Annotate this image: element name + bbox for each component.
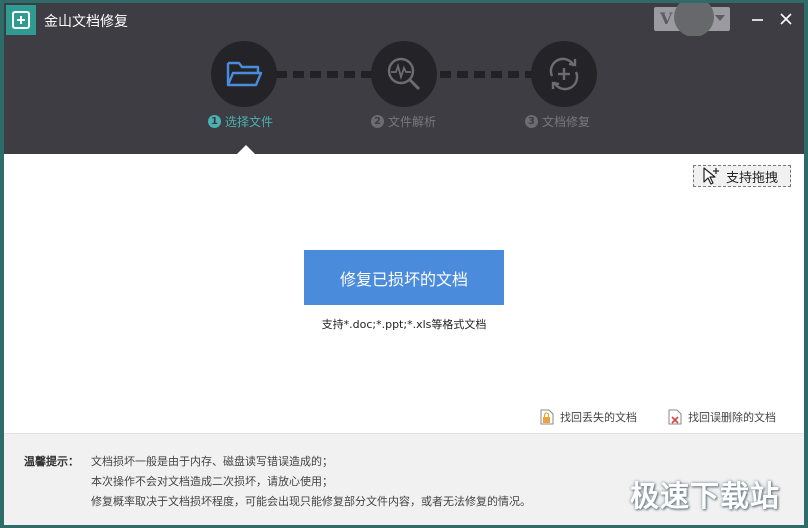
recover-lost-label: 找回丢失的文档: [560, 411, 637, 424]
step-number: 3: [525, 115, 538, 128]
supported-formats: 支持*.doc;*.ppt;*.xls等格式文档: [321, 318, 487, 331]
step-text: 文档修复: [542, 115, 591, 129]
tip-line: 本次操作不会对文档造成二次损坏，请放心使用；: [91, 475, 333, 488]
step-connector: [276, 71, 372, 78]
title-bar: 金山文档修复 V: [4, 3, 804, 37]
step-1-circle: [211, 41, 277, 107]
app-title: 金山文档修复: [44, 14, 128, 30]
avatar: [674, 3, 714, 37]
step-3-circle: [531, 41, 597, 107]
step-number: 1: [208, 115, 221, 128]
minimize-button[interactable]: [748, 9, 768, 29]
account-button[interactable]: V: [654, 3, 730, 37]
vip-badge: V: [660, 9, 673, 28]
analyze-icon: [387, 57, 421, 91]
recover-deleted-link[interactable]: 找回误删除的文档: [668, 409, 776, 425]
cursor-plus-icon: [703, 167, 719, 185]
lost-file-icon: [540, 409, 554, 425]
close-icon: [780, 13, 792, 25]
step-1-label: 1 选择文件: [208, 113, 273, 130]
active-step-pointer: [236, 145, 256, 155]
folder-icon: [226, 61, 263, 87]
step-number: 2: [371, 115, 384, 128]
app-logo-icon: [6, 5, 36, 35]
deleted-file-icon: [668, 409, 682, 425]
minimize-icon: [752, 19, 763, 21]
drag-hint-label: 支持拖拽: [726, 170, 779, 186]
step-3-label: 3 文档修复: [525, 113, 590, 130]
close-button[interactable]: [776, 9, 796, 29]
recover-deleted-label: 找回误删除的文档: [688, 411, 776, 424]
step-text: 选择文件: [225, 115, 274, 129]
tips-label: 温馨提示：: [24, 455, 79, 468]
step-2-label: 2 文件解析: [371, 113, 436, 130]
step-text: 文件解析: [388, 115, 437, 129]
progress-steps: 1 选择文件 2 文件解析 3 文档修复: [4, 36, 804, 155]
repair-icon: [549, 57, 579, 91]
step-connector: [440, 71, 536, 78]
tip-line: 文档损坏一般是由于内存、磁盘读写错误造成的；: [91, 455, 333, 468]
tip-line: 修复概率取决于文档损坏程度，可能会出现只能修复部分文件内容，或者无法修复的情况。: [91, 495, 531, 508]
repair-document-button[interactable]: 修复已损坏的文档: [304, 250, 504, 305]
drag-drop-hint: 支持拖拽: [693, 165, 791, 187]
site-watermark: 极速下载站: [630, 479, 781, 513]
chevron-down-icon: [715, 15, 725, 21]
step-2-circle: [371, 41, 437, 107]
app-window: 金山文档修复 V 1 选择文件 2 文件解析 3 文档修复 支持拖拽 修复已损坏…: [4, 3, 804, 525]
recover-lost-link[interactable]: 找回丢失的文档: [540, 409, 637, 425]
